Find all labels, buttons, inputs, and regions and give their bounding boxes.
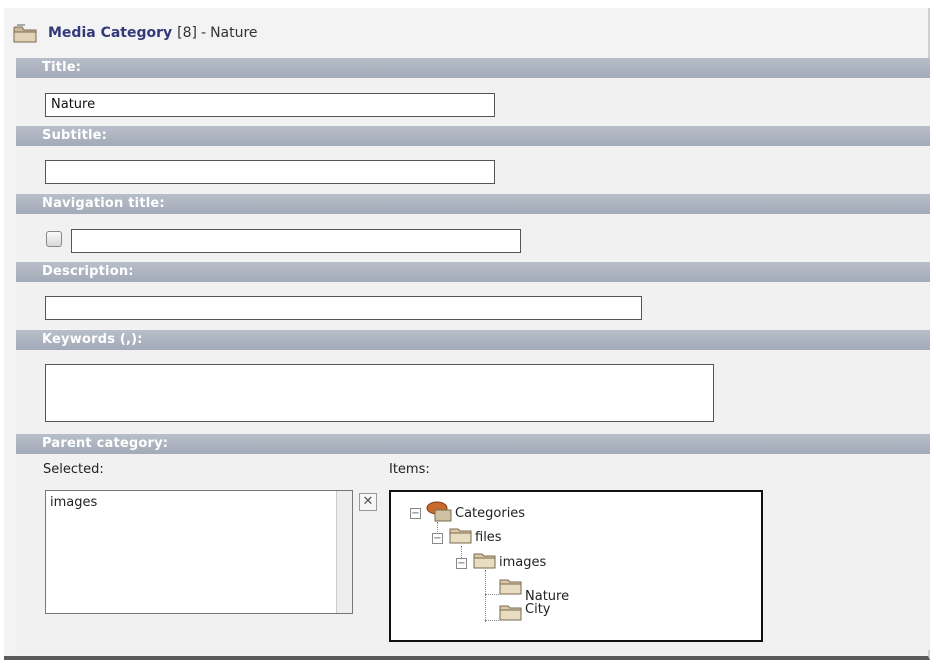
selected-listbox-scrollbar[interactable]	[336, 491, 352, 613]
title-section-header: Title:	[16, 58, 930, 78]
header: Media Category [8] - Nature	[12, 8, 912, 58]
items-label: Items:	[389, 462, 430, 477]
selected-listbox[interactable]: images	[45, 490, 353, 614]
record-name: Nature	[210, 25, 258, 41]
subtitle-input[interactable]	[45, 160, 495, 184]
navigation-title-checkbox[interactable]	[46, 231, 62, 247]
navigation-title-input[interactable]	[71, 229, 521, 253]
remove-selected-button[interactable]: ✕	[359, 493, 377, 511]
subtitle-row	[16, 146, 930, 194]
title-input[interactable]: Nature	[45, 93, 495, 117]
navigation-title-row	[16, 214, 930, 262]
description-input[interactable]	[45, 296, 642, 320]
folder-icon	[473, 550, 497, 574]
folder-icon	[12, 22, 38, 44]
collapse-categories-icon[interactable]: −	[410, 508, 421, 519]
page-title: Media Category	[48, 25, 173, 41]
tree-node-city[interactable]: City	[499, 602, 550, 626]
collapse-files-icon[interactable]: −	[432, 533, 443, 544]
keywords-textarea[interactable]	[45, 364, 714, 422]
tree-label-files: files	[475, 529, 502, 545]
keywords-row	[16, 350, 930, 434]
category-root-icon	[425, 500, 453, 526]
title-separator: -	[201, 25, 207, 41]
tree-connector	[485, 620, 499, 621]
folder-icon	[499, 602, 523, 626]
folder-icon	[449, 525, 473, 549]
keywords-section-header: Keywords (,):	[16, 330, 930, 350]
tree-label-city: City	[525, 601, 551, 617]
parent-category-section-header: Parent category:	[16, 434, 930, 454]
tree-label-categories: Categories	[455, 505, 526, 521]
collapse-images-icon[interactable]: −	[456, 558, 467, 569]
navigation-title-section-header: Navigation title:	[16, 194, 930, 214]
selected-label: Selected:	[43, 462, 104, 477]
record-id: [8]	[177, 25, 197, 41]
tree-label-images: images	[499, 554, 547, 570]
description-section-header: Description:	[16, 262, 930, 282]
description-row	[16, 282, 930, 330]
parent-category-row: Selected: Items: images ✕ − Categories −…	[16, 454, 930, 650]
tree-node-categories[interactable]: Categories	[425, 500, 525, 526]
tree-node-images[interactable]: images	[473, 550, 546, 574]
title-row: Nature	[16, 78, 930, 126]
category-tree: − Categories − files − images Nature Cit…	[389, 490, 763, 642]
tree-connector	[485, 594, 499, 595]
selected-item[interactable]: images	[50, 495, 97, 510]
form-frame: Media Category [8] - Nature Title: Natur…	[4, 8, 930, 660]
folder-icon	[499, 576, 523, 600]
tree-node-nature[interactable]: Nature	[499, 576, 569, 604]
tree-connector	[485, 570, 486, 622]
tree-node-files[interactable]: files	[449, 525, 502, 549]
subtitle-section-header: Subtitle:	[16, 126, 930, 146]
page: Media Category [8] - Nature Title: Natur…	[0, 0, 936, 666]
